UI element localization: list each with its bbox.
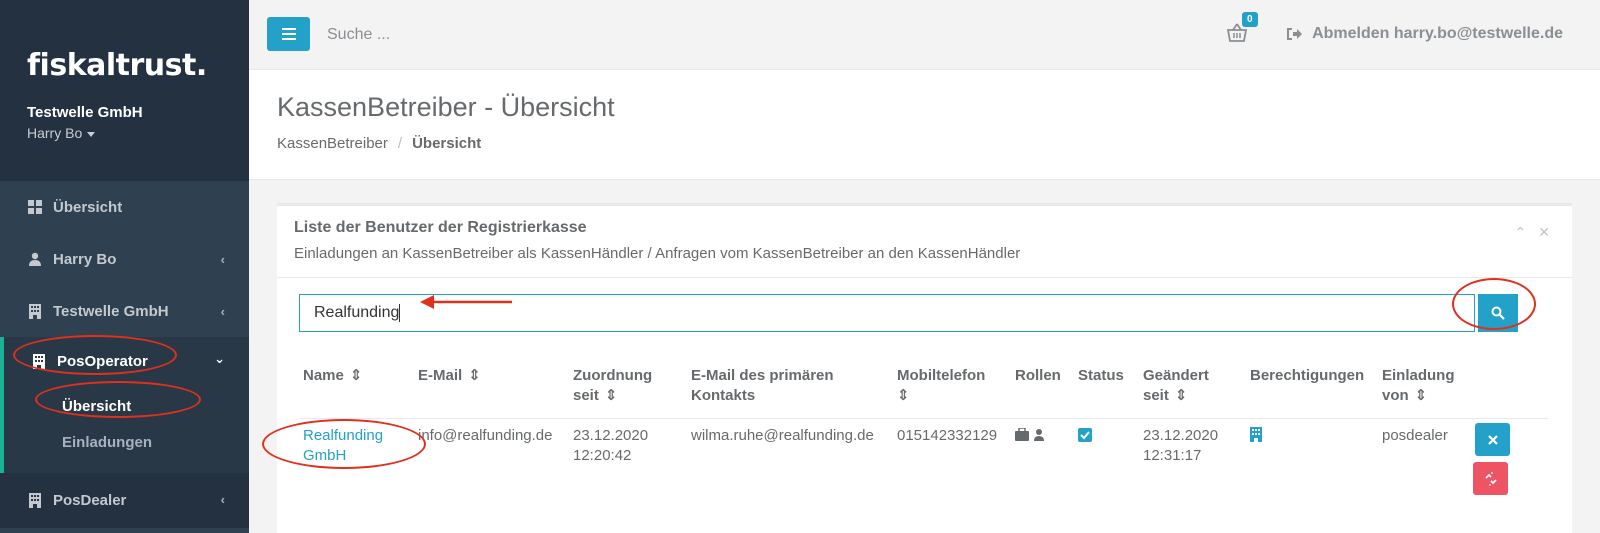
- cell-email: info@realfunding.de: [418, 427, 553, 444]
- cell-name[interactable]: Realfunding GmbH: [303, 426, 383, 466]
- sidebar-item-label: Harry Bo: [53, 250, 117, 268]
- unlink-button[interactable]: [1473, 462, 1508, 495]
- panel-tools: ⌃ ✕: [1515, 224, 1550, 241]
- sort-icon: ⇕: [349, 367, 363, 385]
- search-icon: [1491, 306, 1505, 320]
- briefcase-icon: [1015, 427, 1029, 441]
- user-menu[interactable]: Harry Bo: [27, 125, 96, 141]
- breadcrumb: KassenBetreiber / Übersicht: [277, 135, 481, 152]
- sort-icon: ⇕: [897, 387, 910, 405]
- cell-primary-email: wilma.ruhe@realfunding.de: [691, 427, 874, 444]
- col-header-mobile[interactable]: Mobiltelefon ⇕: [897, 366, 985, 406]
- sidebar-item-posdealer[interactable]: PosDealer ‹: [0, 473, 249, 528]
- sidebar-item-testwelle[interactable]: Testwelle GmbH ‹: [0, 285, 249, 337]
- col-header-changed-since[interactable]: Geändert seit ⇕: [1143, 366, 1209, 406]
- sidebar-subitem-overview[interactable]: Übersicht: [62, 398, 131, 415]
- sidebar-profile: fiskaltrust. Testwelle GmbH Harry Bo: [0, 0, 249, 181]
- page-title: KassenBetreiber - Übersicht: [277, 92, 615, 122]
- sidebar-item-label: Übersicht: [53, 198, 123, 216]
- logout-label: Abmelden harry.bo@testwelle.de: [1312, 25, 1563, 42]
- panel-subtitle: Einladungen an KassenBetreiber als Kasse…: [294, 245, 1021, 262]
- close-icon[interactable]: ✕: [1538, 224, 1550, 241]
- menu-toggle-button[interactable]: [267, 17, 310, 51]
- sort-icon: ⇕: [1174, 387, 1188, 405]
- company-name: Testwelle GmbH: [27, 104, 143, 121]
- cell-roles: [1015, 427, 1051, 448]
- sidebar-subitem-invitations[interactable]: Einladungen: [62, 434, 152, 451]
- collapse-icon[interactable]: ⌃: [1515, 224, 1527, 241]
- sort-icon: ⇕: [1414, 387, 1428, 405]
- close-icon: [1487, 434, 1498, 445]
- top-navbar: Suche ... 0 Abmelden harry.bo@testwelle.…: [249, 0, 1600, 70]
- chevron-down-icon: ⌄: [214, 351, 225, 366]
- page-heading: KassenBetreiber - Übersicht KassenBetrei…: [249, 70, 1600, 180]
- grid-icon: [27, 199, 43, 215]
- sort-icon: ⇕: [604, 387, 618, 405]
- name-link[interactable]: Realfunding GmbH: [303, 427, 383, 464]
- chevron-left-icon: ‹: [220, 251, 225, 267]
- sidebar-item-label: Testwelle GmbH: [53, 302, 169, 320]
- chevron-left-icon: ‹: [220, 491, 225, 507]
- checkbox-checked-icon: [1078, 428, 1092, 442]
- cell-status: [1078, 428, 1092, 448]
- cell-changed-since: 23.12.2020 12:31:17: [1143, 427, 1219, 464]
- logout-link[interactable]: Abmelden harry.bo@testwelle.de: [1286, 25, 1563, 43]
- col-header-permissions: Berechtigungen: [1250, 367, 1365, 384]
- user-icon: [1034, 429, 1044, 441]
- chevron-left-icon: ‹: [220, 303, 225, 319]
- hamburger-icon: [281, 28, 296, 40]
- sort-icon: ⇕: [468, 367, 481, 385]
- sign-out-icon: [1287, 28, 1303, 40]
- col-header-assigned-since[interactable]: Zuordnung seit ⇕: [573, 366, 652, 406]
- col-header-invited-by[interactable]: Einladung von ⇕: [1382, 366, 1455, 406]
- col-header-email[interactable]: E-Mail ⇕: [418, 366, 481, 386]
- building-icon: [1250, 427, 1262, 442]
- search-button[interactable]: [1478, 294, 1518, 332]
- col-header-roles: Rollen: [1015, 367, 1061, 384]
- sidebar-item-label: PosOperator: [57, 353, 148, 370]
- table-header-divider: [299, 418, 1548, 419]
- user-icon: [27, 251, 43, 267]
- sidebar-item-overview[interactable]: Übersicht: [0, 181, 249, 233]
- breadcrumb-separator: /: [397, 135, 403, 152]
- col-header-name[interactable]: Name ⇕: [303, 366, 362, 386]
- building-icon: [27, 303, 43, 319]
- caret-down-icon: [87, 131, 96, 137]
- cell-assigned-since: 23.12.2020 12:20:42: [573, 427, 649, 464]
- breadcrumb-current: Übersicht: [412, 135, 482, 152]
- user-name: Harry Bo: [27, 125, 83, 141]
- top-search-input[interactable]: Suche ...: [327, 26, 390, 44]
- panel-title: Liste der Benutzer der Registrierkasse: [294, 219, 587, 236]
- col-header-primary-email[interactable]: E-Mail des primären Kontakts: [691, 366, 834, 406]
- breadcrumb-item[interactable]: KassenBetreiber: [277, 135, 388, 152]
- annotation-arrow: [420, 295, 512, 309]
- unlink-icon: [1484, 471, 1497, 486]
- cell-permissions: [1250, 427, 1262, 448]
- cart-count-badge: 0: [1242, 12, 1258, 27]
- building-icon: [27, 493, 43, 509]
- filter-search-value: Realfunding: [314, 304, 400, 321]
- sidebar: fiskaltrust. Testwelle GmbH Harry Bo Übe…: [0, 0, 249, 533]
- remove-button[interactable]: [1475, 423, 1510, 456]
- sidebar-item-harry-bo[interactable]: Harry Bo ‹: [0, 233, 249, 285]
- text-cursor: [399, 304, 401, 322]
- divider: [277, 277, 1572, 278]
- col-header-status: Status: [1078, 367, 1124, 384]
- logo: fiskaltrust.: [27, 48, 207, 83]
- cell-invited-by: posdealer: [1382, 427, 1448, 444]
- users-panel: Liste der Benutzer der Registrierkasse E…: [277, 203, 1572, 533]
- cell-mobile: 015142332129: [897, 427, 998, 444]
- building-icon: [31, 353, 47, 369]
- sidebar-item-label: PosDealer: [53, 492, 127, 509]
